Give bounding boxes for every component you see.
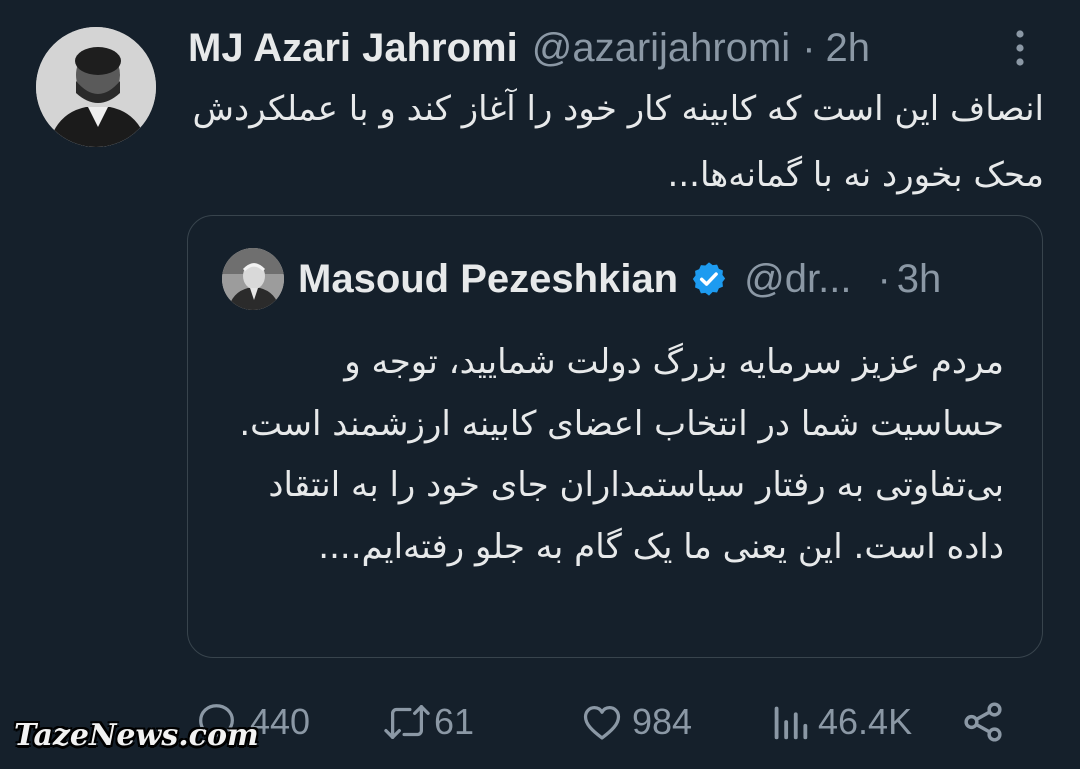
quoted-tweet[interactable]: Masoud Pezeshkian @dr... · 3h مردم عزیز …	[187, 215, 1043, 658]
quoted-author-name[interactable]: Masoud Pezeshkian	[298, 257, 678, 302]
quoted-tweet-header: Masoud Pezeshkian @dr... · 3h	[298, 252, 941, 306]
retweet-count: 61	[434, 701, 475, 742]
like-icon	[578, 699, 626, 745]
quoted-author-handle[interactable]: @dr...	[744, 257, 851, 302]
author-handle[interactable]: @azarijahromi	[532, 26, 790, 71]
header-separator: ·	[802, 25, 816, 70]
tweet-header: MJ Azari Jahromi @azarijahromi · 2h	[188, 22, 870, 74]
quoted-tweet-timestamp[interactable]: 3h	[897, 257, 942, 302]
author-avatar[interactable]	[36, 27, 156, 147]
share-button[interactable]	[960, 692, 1006, 752]
reply-count: 440	[250, 701, 311, 742]
verified-badge-icon	[690, 260, 728, 298]
share-icon	[960, 699, 1006, 745]
like-count: 984	[632, 701, 693, 742]
author-name[interactable]: MJ Azari Jahromi	[188, 26, 518, 71]
views-button[interactable]: 46.4K	[770, 692, 912, 752]
tweet[interactable]: MJ Azari Jahromi @azarijahromi · 2h انصا…	[0, 0, 1080, 769]
views-count: 46.4K	[818, 701, 913, 742]
tweet-timestamp[interactable]: 2h	[826, 26, 871, 71]
like-button[interactable]: 984	[578, 692, 692, 752]
tweet-text: انصاف این است که کابینه کار خود را آغاز …	[192, 89, 1044, 195]
quoted-tweet-text: مردم عزیز سرمایه بزرگ دولت شمایید، توجه …	[239, 342, 1004, 567]
quoted-header-separator: ·	[877, 256, 891, 301]
retweet-button[interactable]: 61	[382, 692, 474, 752]
quoted-author-avatar[interactable]	[222, 248, 284, 310]
views-icon	[770, 699, 810, 745]
watermark: TazeNews.com	[14, 718, 259, 753]
retweet-icon	[382, 699, 432, 745]
more-icon[interactable]	[1006, 28, 1034, 68]
